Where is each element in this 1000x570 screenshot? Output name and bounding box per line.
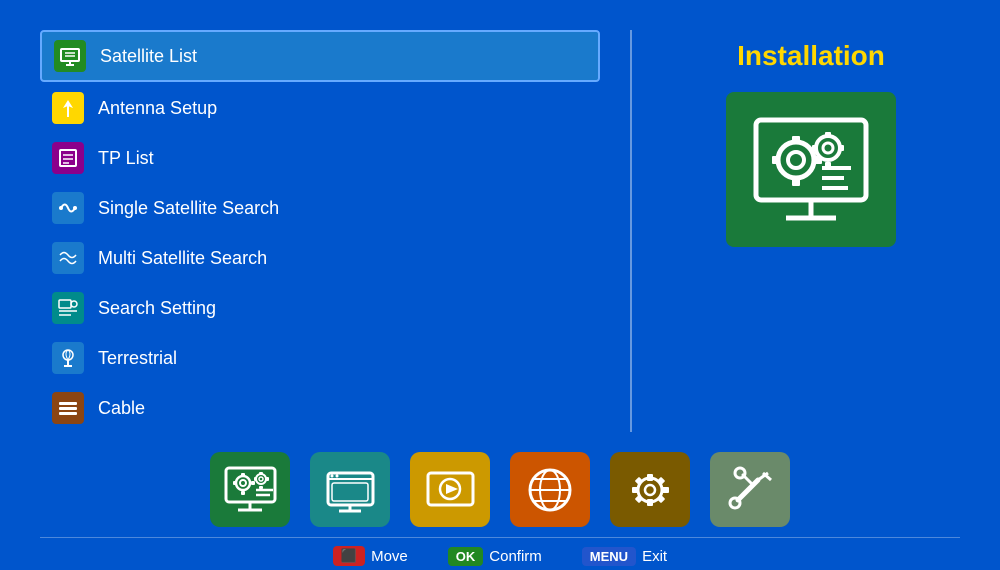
bottom-icons-row <box>40 452 960 527</box>
satellite-list-icon <box>54 40 86 72</box>
cable-label: Cable <box>98 398 145 419</box>
move-badge: ⬛ <box>333 546 365 566</box>
cable-icon <box>52 392 84 424</box>
menu-item-single-satellite-search[interactable]: Single Satellite Search <box>40 184 600 232</box>
search-setting-icon <box>52 292 84 324</box>
menu-item-cable[interactable]: Cable <box>40 384 600 432</box>
bottom-icon-media[interactable] <box>410 452 490 527</box>
multi-satellite-search-icon <box>52 242 84 274</box>
tp-list-label: TP List <box>98 148 154 169</box>
search-setting-label: Search Setting <box>98 298 216 319</box>
installation-icon-box <box>726 92 896 247</box>
move-label: Move <box>371 548 408 565</box>
menu-item-search-setting[interactable]: Search Setting <box>40 284 600 332</box>
divider <box>630 30 632 432</box>
installation-title: Installation <box>737 40 885 72</box>
menu-item-satellite-list[interactable]: Satellite List <box>40 30 600 82</box>
footer-bar: ⬛ Move OK Confirm MENU Exit <box>40 537 960 570</box>
right-panel: Installation <box>662 30 960 432</box>
bottom-icon-settings[interactable] <box>610 452 690 527</box>
main-container: Satellite List Antenna Setup <box>0 0 1000 563</box>
tp-list-icon <box>52 142 84 174</box>
bottom-icon-installation[interactable] <box>210 452 290 527</box>
bottom-icon-tools[interactable] <box>710 452 790 527</box>
single-satellite-search-icon <box>52 192 84 224</box>
confirm-label: Confirm <box>489 548 542 565</box>
menu-item-tp-list[interactable]: TP List <box>40 134 600 182</box>
menu-panel: Satellite List Antenna Setup <box>40 30 600 432</box>
menu-item-terrestrial[interactable]: Terrestrial <box>40 334 600 382</box>
footer-move: ⬛ Move <box>333 546 408 566</box>
satellite-list-label: Satellite List <box>100 46 197 67</box>
top-section: Satellite List Antenna Setup <box>40 30 960 432</box>
multi-satellite-search-label: Multi Satellite Search <box>98 248 267 269</box>
terrestrial-icon <box>52 342 84 374</box>
antenna-setup-label: Antenna Setup <box>98 98 217 119</box>
menu-item-antenna-setup[interactable]: Antenna Setup <box>40 84 600 132</box>
exit-label: Exit <box>642 548 667 565</box>
bottom-icon-tv[interactable] <box>310 452 390 527</box>
terrestrial-label: Terrestrial <box>98 348 177 369</box>
menu-item-multi-satellite-search[interactable]: Multi Satellite Search <box>40 234 600 282</box>
bottom-icon-globe[interactable] <box>510 452 590 527</box>
antenna-setup-icon <box>52 92 84 124</box>
single-satellite-search-label: Single Satellite Search <box>98 198 279 219</box>
